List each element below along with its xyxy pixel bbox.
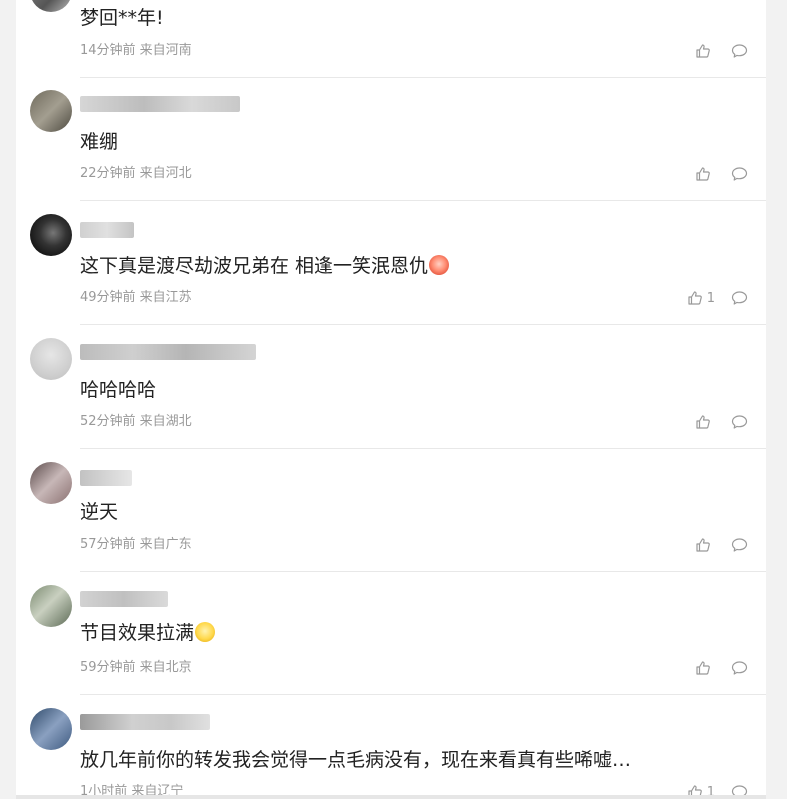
divider [80,77,766,78]
thumbs-up-icon [695,660,711,676]
comment-bubble-icon[interactable] [731,414,748,430]
comment-meta: 49分钟前 来自江苏 [80,290,192,305]
nickname-blurred[interactable] [80,714,210,730]
avatar[interactable] [30,708,72,750]
thumbs-up-icon [695,537,711,553]
sleepy-emoji-icon [195,622,216,642]
comment-actions [695,658,748,678]
nickname-blurred[interactable] [80,344,256,360]
comment-text: 逆天 [80,501,119,523]
comment-text-content: 这下真是渡尽劫波兄弟在 相逢一笑泯恩仇 [80,255,429,277]
comment-actions [695,164,748,184]
comment-actions [695,41,748,61]
comment-text: 哈哈哈哈 [80,379,157,401]
comment-meta: 22分钟前 来自河北 [80,166,192,181]
avatar[interactable] [30,585,72,627]
like-button[interactable] [695,43,715,59]
avatar[interactable] [30,338,72,380]
comment-text: 放几年前你的转发我会觉得一点毛病没有，现在来看真有些唏嘘… [80,749,632,771]
thumbs-up-icon [695,43,711,59]
comment-bubble-icon[interactable] [731,290,748,306]
laugh-emoji-icon [429,255,450,275]
avatar[interactable] [30,462,72,504]
comment-bubble-icon[interactable] [731,537,748,553]
nickname-blurred[interactable] [80,222,134,238]
like-button[interactable] [695,166,715,182]
comment-meta: 14分钟前 来自河南 [80,43,192,58]
comment-text: 难绷 [80,131,119,153]
comment-list: 梦回**年! 14分钟前 来自河南 难绷 22分钟前 来自河北 这下真是渡尽劫波… [16,0,766,799]
divider [80,324,766,325]
comment-meta: 59分钟前 来自北京 [80,660,192,675]
comment-text: 梦回**年! [80,7,164,29]
comment-meta: 57分钟前 来自广东 [80,537,192,552]
comment-text: 这下真是渡尽劫波兄弟在 相逢一笑泯恩仇 [80,254,450,278]
avatar[interactable] [30,90,72,132]
comment-actions [695,535,748,555]
thumbs-up-icon [687,290,703,306]
like-button[interactable]: 1 [687,290,715,306]
divider [80,448,766,449]
like-button[interactable] [695,660,715,676]
comment-bubble-icon[interactable] [731,166,748,182]
nickname-blurred[interactable] [80,96,240,112]
like-count: 1 [706,290,715,306]
bottom-edge [16,795,766,799]
comment-text: 节目效果拉满 [80,621,216,645]
like-button[interactable] [695,537,715,553]
nickname-blurred[interactable] [80,470,132,486]
divider [80,571,766,572]
like-button[interactable] [695,414,715,430]
divider [80,694,766,695]
avatar[interactable] [30,214,72,256]
comment-actions [695,412,748,432]
thumbs-up-icon [695,414,711,430]
thumbs-up-icon [695,166,711,182]
divider [80,200,766,201]
comment-meta: 52分钟前 来自湖北 [80,414,192,429]
comment-bubble-icon[interactable] [731,660,748,676]
nickname-blurred[interactable] [80,591,168,607]
comment-actions: 1 [687,288,748,308]
comment-bubble-icon[interactable] [731,43,748,59]
comment-text-content: 节目效果拉满 [80,622,195,644]
avatar[interactable] [30,0,72,12]
